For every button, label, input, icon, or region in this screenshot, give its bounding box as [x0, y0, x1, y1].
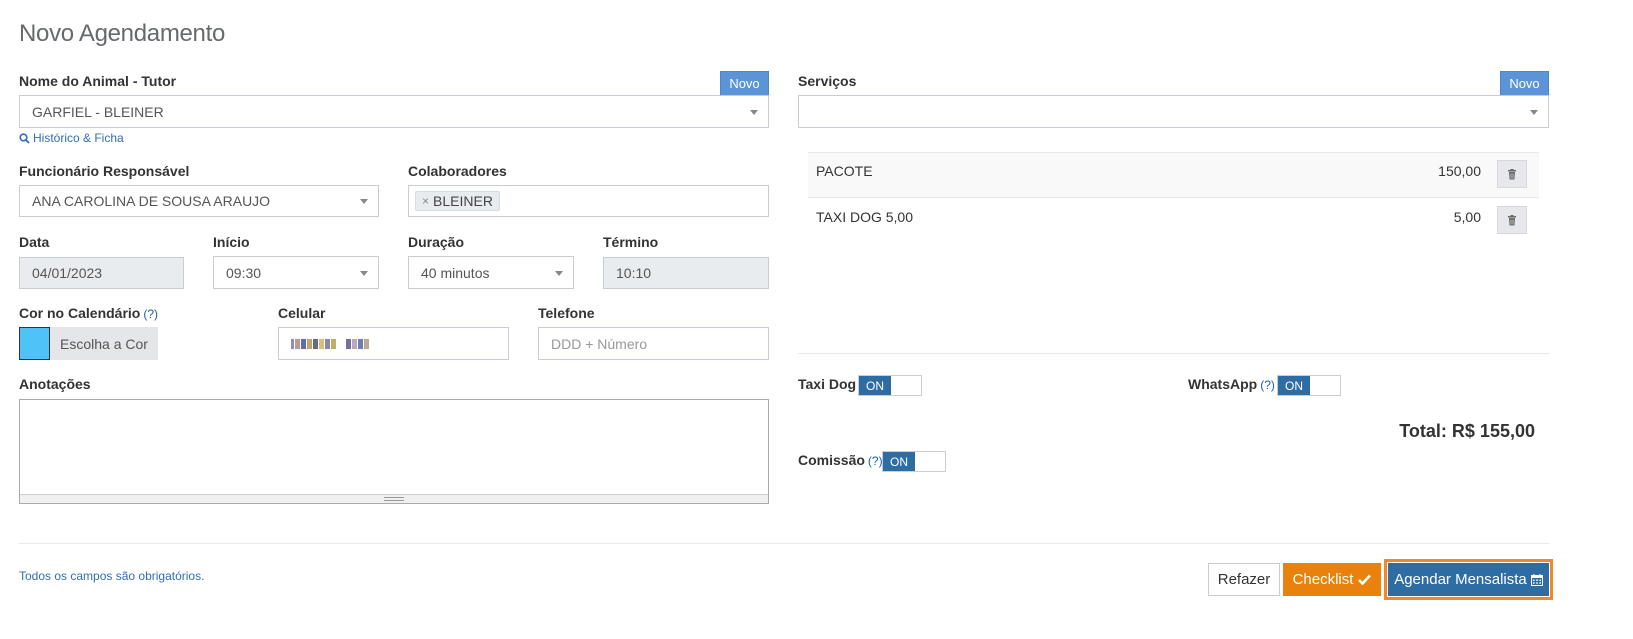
taxi-dog-toggle[interactable]: ON — [858, 375, 922, 396]
color-swatch[interactable] — [19, 327, 50, 360]
checklist-button[interactable]: Checklist — [1283, 563, 1381, 596]
agendar-focus-ring: Agendar Mensalista — [1384, 559, 1553, 600]
choose-color-button[interactable]: Escolha a Cor — [50, 327, 158, 360]
trash-icon — [1508, 168, 1516, 179]
checklist-button-label: Checklist — [1292, 571, 1354, 588]
funcionario-label: Funcionário Responsável — [19, 163, 190, 179]
color-picker[interactable]: Escolha a Cor — [19, 327, 158, 360]
delete-service-button[interactable] — [1497, 160, 1527, 188]
history-link-label: Histórico & Ficha — [33, 131, 124, 145]
divider — [798, 353, 1549, 354]
servicos-select[interactable] — [798, 95, 1549, 128]
comissao-help-icon[interactable]: (?) — [868, 454, 883, 468]
novo-animal-button[interactable]: Novo — [720, 71, 769, 96]
comissao-toggle[interactable]: ON — [882, 451, 946, 472]
colaboradores-label: Colaboradores — [408, 163, 507, 179]
service-name: TAXI DOG 5,00 — [816, 209, 913, 225]
service-row: PACOTE 150,00 — [808, 152, 1539, 197]
inicio-value: 09:30 — [226, 264, 262, 281]
data-label: Data — [19, 234, 50, 250]
colaborador-tag-label: BLEINER — [433, 193, 493, 209]
celular-label: Celular — [278, 305, 326, 321]
trash-icon — [1508, 214, 1516, 225]
telefone-label: Telefone — [538, 305, 595, 321]
search-icon — [19, 132, 30, 144]
total-value: Total: R$ 155,00 — [1399, 421, 1535, 441]
whatsapp-toggle[interactable]: ON — [1277, 375, 1341, 396]
cor-label-text: Cor no Calendário — [19, 305, 141, 321]
remove-icon[interactable]: × — [422, 194, 429, 208]
whatsapp-label-text: WhatsApp — [1188, 376, 1258, 392]
refazer-button[interactable]: Refazer — [1208, 563, 1280, 596]
textarea-resize-bar[interactable] — [20, 494, 768, 503]
duracao-value: 40 minutos — [421, 264, 490, 281]
novo-servico-button[interactable]: Novo — [1500, 71, 1549, 96]
celular-value-redacted — [291, 338, 370, 349]
colaboradores-input[interactable]: × BLEINER — [408, 185, 769, 217]
chevron-down-icon — [360, 199, 368, 204]
chevron-down-icon — [750, 109, 758, 115]
toggle-on-label: ON — [1278, 376, 1310, 395]
chevron-down-icon — [555, 270, 563, 276]
chevron-down-icon — [1530, 109, 1538, 115]
footer-divider — [19, 543, 1549, 544]
comissao-label: Comissão (?) — [798, 452, 883, 468]
comissao-label-text: Comissão — [798, 452, 865, 468]
termino-label: Término — [603, 234, 659, 250]
service-price: 5,00 — [1453, 209, 1481, 225]
grip-icon — [384, 497, 404, 501]
toggle-on-label: ON — [859, 376, 891, 395]
termino-field[interactable]: 10:10 — [603, 257, 769, 289]
page-title: Novo Agendamento — [19, 20, 226, 47]
termino-value: 10:10 — [616, 265, 652, 281]
whatsapp-label: WhatsApp (?) — [1188, 376, 1275, 392]
cor-label: Cor no Calendário (?) — [19, 305, 158, 321]
colaborador-tag: × BLEINER — [415, 191, 500, 211]
animal-label: Nome do Animal - Tutor — [19, 73, 177, 89]
delete-service-button[interactable] — [1497, 206, 1527, 234]
celular-input[interactable] — [278, 327, 509, 360]
taxi-dog-label: Taxi Dog — [798, 376, 857, 392]
animal-select[interactable]: GARFIEL - BLEINER — [19, 95, 769, 128]
duracao-label: Duração — [408, 234, 465, 250]
telefone-input[interactable]: DDD + Número — [538, 327, 769, 360]
funcionario-select-value: ANA CAROLINA DE SOUSA ARAUJO — [32, 193, 271, 209]
cor-help-icon[interactable]: (?) — [143, 307, 158, 321]
agendar-button-label: Agendar Mensalista — [1394, 571, 1527, 588]
calendar-icon — [1530, 573, 1543, 586]
required-note: Todos os campos são obrigatórios. — [19, 569, 205, 583]
inicio-select[interactable]: 09:30 — [213, 256, 379, 289]
chevron-down-icon — [360, 270, 368, 276]
whatsapp-help-icon[interactable]: (?) — [1260, 378, 1275, 392]
funcionario-select[interactable]: ANA CAROLINA DE SOUSA ARAUJO — [19, 185, 379, 217]
telefone-placeholder: DDD + Número — [551, 335, 648, 352]
animal-select-value: GARFIEL - BLEINER — [32, 103, 164, 120]
servicos-label: Serviços — [798, 73, 857, 89]
service-price: 150,00 — [1438, 163, 1481, 179]
inicio-label: Início — [213, 234, 250, 250]
data-field[interactable]: 04/01/2023 — [19, 257, 184, 289]
history-link[interactable]: Histórico & Ficha — [19, 131, 124, 145]
service-row: TAXI DOG 5,00 5,00 — [808, 197, 1539, 242]
anotacoes-label: Anotações — [19, 376, 91, 392]
duracao-select[interactable]: 40 minutos — [408, 256, 574, 289]
agendar-mensalista-button[interactable]: Agendar Mensalista — [1388, 563, 1549, 596]
data-value: 04/01/2023 — [32, 265, 103, 281]
check-icon — [1358, 574, 1372, 585]
service-name: PACOTE — [816, 163, 873, 179]
anotacoes-textarea[interactable] — [19, 399, 769, 504]
toggle-on-label: ON — [883, 452, 915, 471]
